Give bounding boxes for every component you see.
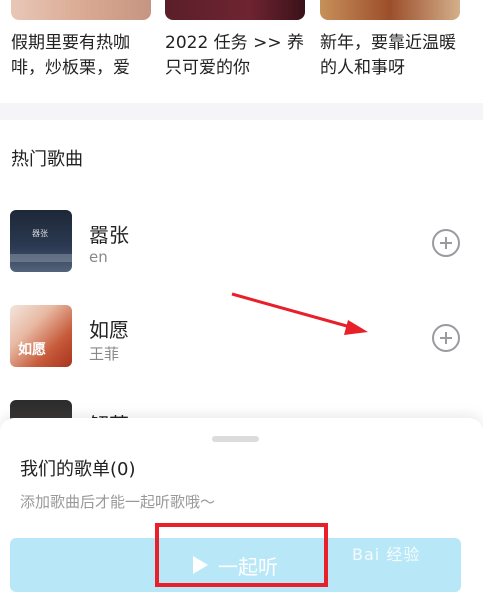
song-row[interactable]: 如愿 如愿 王菲 (0, 305, 483, 375)
playlist-cover (165, 0, 305, 20)
song-row[interactable]: 器张 嚣张 en (0, 210, 483, 280)
screen: 假期里要有热咖啡，炒板栗，爱 2022 任务 >> 养只可爱的你 新年，要靠近温… (0, 0, 483, 594)
hot-songs-title: 热门歌曲 (11, 149, 83, 170)
playlist-cover (11, 0, 151, 20)
playlist-title: 假期里要有热咖啡，炒板栗，爱 (11, 33, 130, 78)
our-playlist-title: 我们的歌单(0) (20, 459, 136, 480)
cover-art-text: 如愿 (18, 342, 46, 358)
add-songs-hint: 添加歌曲后才能一起听歌哦～ (20, 493, 216, 511)
playlist-card[interactable]: 假期里要有热咖啡，炒板栗，爱 (11, 0, 151, 81)
cover-art-text: 器张 (32, 229, 48, 238)
section-divider (0, 103, 483, 120)
playlist-card[interactable]: 2022 任务 >> 养只可爱的你 (165, 0, 305, 81)
song-cover: 如愿 (10, 305, 72, 367)
song-artist: 王菲 (89, 345, 120, 363)
song-name: 嚣张 (89, 223, 129, 247)
playlist-title: 2022 任务 >> 养只可爱的你 (165, 33, 304, 78)
sheet-drag-handle[interactable] (212, 436, 259, 442)
playlist-cards-row: 假期里要有热咖啡，炒板栗，爱 2022 任务 >> 养只可爱的你 新年，要靠近温… (0, 0, 483, 103)
add-song-icon[interactable] (432, 324, 460, 352)
add-song-icon[interactable] (432, 229, 460, 257)
playlist-title: 新年，要靠近温暖的人和事呀 (320, 33, 456, 78)
song-artist: en (89, 248, 108, 266)
baidu-watermark: Bai 经验 (352, 545, 421, 564)
playlist-card[interactable]: 新年，要靠近温暖的人和事呀 (320, 0, 460, 81)
annotation-highlight-box (155, 523, 328, 587)
song-name: 如愿 (89, 318, 129, 342)
playlist-cover (320, 0, 460, 20)
song-cover: 器张 (10, 210, 72, 272)
